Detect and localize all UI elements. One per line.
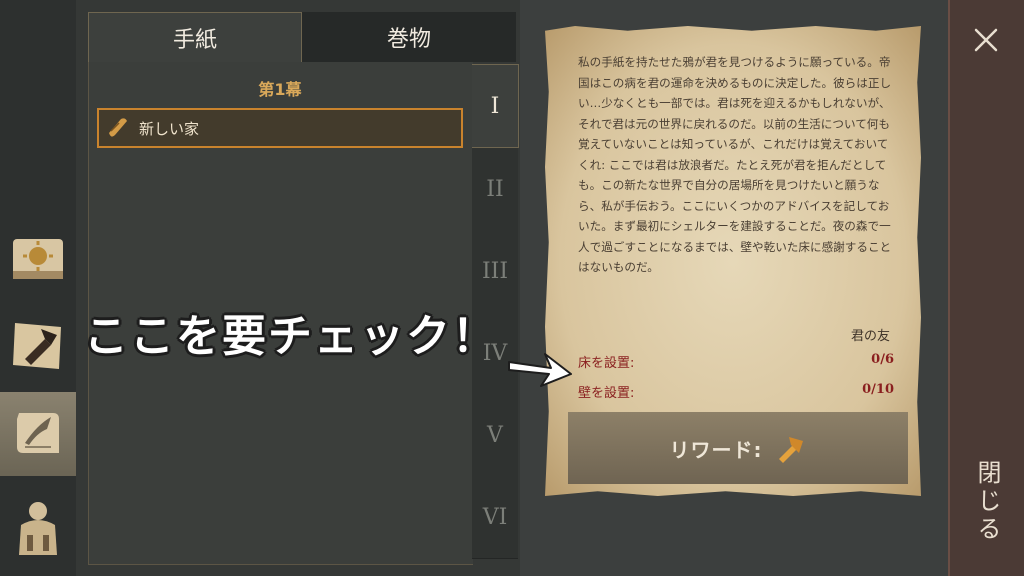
close-icon — [974, 28, 998, 52]
close-button[interactable] — [962, 20, 1010, 60]
scroll-icon — [109, 118, 127, 137]
quest-item-label: 新しい家 — [139, 119, 200, 138]
chapter-tab-5[interactable]: V — [472, 394, 518, 477]
act-title: 第1幕 — [258, 80, 302, 99]
quest-item-new-home[interactable]: 新しい家 — [97, 108, 463, 148]
reward-label: リワード: — [669, 437, 763, 462]
letter-signature: 君の友 — [850, 329, 890, 344]
tab-scrolls[interactable]: 巻物 — [302, 12, 516, 62]
quest-scroll-icon[interactable] — [0, 392, 76, 476]
task-floor: 床を設置: 0/6 — [578, 352, 894, 371]
task-progress: 0/10 — [862, 382, 894, 397]
crafting-map-icon[interactable] — [0, 304, 76, 388]
chapter-tab-1[interactable]: I — [472, 64, 519, 148]
left-nav — [0, 0, 76, 576]
backpack-icon[interactable] — [0, 486, 76, 570]
close-label[interactable]: 閉じる — [970, 460, 1005, 544]
hammer-icon — [778, 437, 803, 463]
reward-bar: リワード: — [568, 412, 908, 484]
tab-letters[interactable]: 手紙 — [88, 12, 302, 63]
annotation-text: ここを要チェック！ — [84, 311, 498, 362]
chapter-tab-2[interactable]: II — [472, 148, 518, 231]
chapter-tab-6[interactable]: VI — [472, 476, 518, 559]
task-label: 床を設置: — [578, 356, 635, 371]
task-progress: 0/6 — [871, 352, 894, 367]
task-label: 壁を設置: — [578, 386, 635, 401]
annotation-arrow-icon — [508, 353, 572, 387]
recipes-book-icon[interactable] — [0, 218, 76, 302]
letter-body: 私の手紙を持たせた鴉が君を見つけるように願っている。帝国はこの病を君の運命を決め… — [578, 55, 892, 274]
task-wall: 壁を設置: 0/10 — [578, 382, 894, 401]
